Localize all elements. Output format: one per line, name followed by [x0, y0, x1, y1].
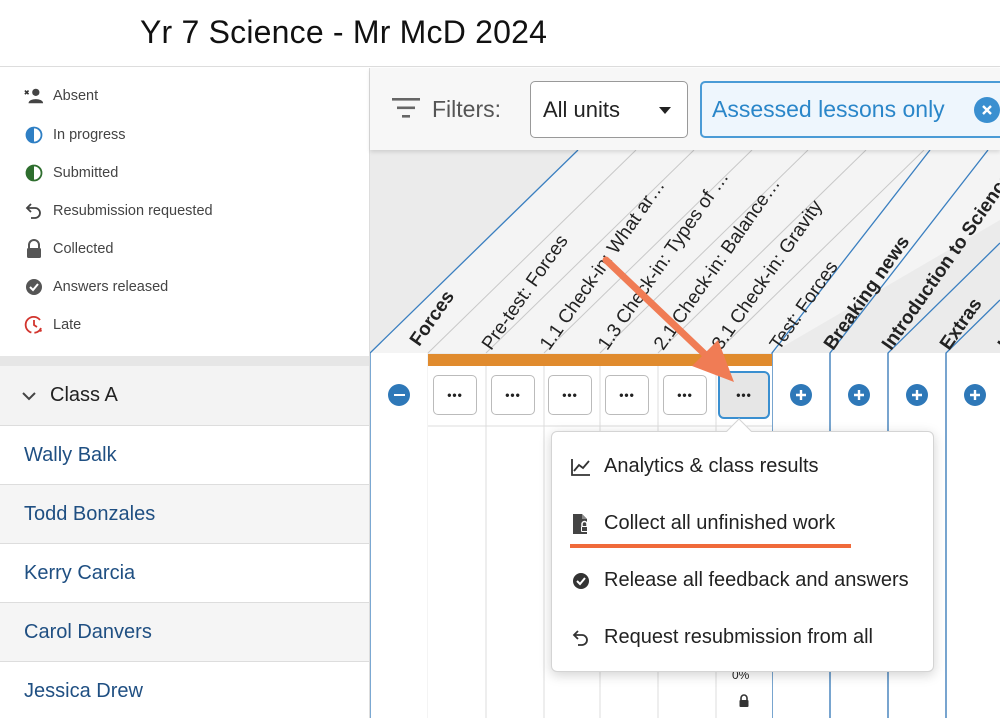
section-divider — [0, 356, 370, 366]
student-row[interactable]: Carol Danvers — [0, 603, 370, 662]
student-row[interactable]: Todd Bonzales — [0, 485, 370, 544]
filters-label: Filters: — [432, 96, 501, 122]
lock-icon — [739, 694, 749, 707]
half-circle-blue-icon — [24, 125, 44, 145]
filter-bar: Filters: All units Assessed lessons only — [370, 68, 1000, 150]
lesson-more-button[interactable]: ••• — [605, 375, 649, 415]
more-dots-icon: ••• — [505, 388, 521, 402]
caret-down-icon — [659, 107, 671, 114]
more-dots-icon: ••• — [736, 388, 752, 402]
file-lock-icon — [570, 513, 592, 535]
student-row[interactable]: Wally Balk — [0, 426, 370, 485]
menu-item-label: Request resubmission from all — [604, 626, 873, 648]
legend-submitted: Submitted — [24, 163, 118, 183]
line-chart-icon — [570, 456, 592, 478]
menu-item-release-feedback[interactable]: Release all feedback and answers — [570, 569, 909, 592]
lesson-more-button[interactable]: ••• — [491, 375, 535, 415]
filter-lines-icon — [392, 98, 420, 118]
legend-resubmission: Resubmission requested — [24, 201, 213, 221]
legend-absent: Absent — [24, 86, 98, 106]
lesson-more-button-active[interactable]: ••• — [718, 371, 770, 419]
highlight-underline — [570, 544, 851, 548]
lesson-more-button[interactable]: ••• — [663, 375, 707, 415]
clock-late-icon — [24, 315, 44, 335]
legend-label: Resubmission requested — [53, 203, 213, 219]
minus-icon — [393, 393, 405, 397]
class-name: Class A — [50, 384, 118, 406]
more-dots-icon: ••• — [447, 388, 463, 402]
menu-item-collect-unfinished[interactable]: Collect all unfinished work — [570, 512, 835, 535]
plus-icon — [854, 390, 864, 400]
menu-item-label: Analytics & class results — [604, 455, 819, 477]
plus-icon — [796, 390, 806, 400]
status-legend: Absent In progress Submitted Resubmissio… — [0, 68, 370, 356]
student-name[interactable]: Todd Bonzales — [24, 503, 155, 526]
legend-label: Late — [53, 317, 82, 333]
legend-late: Late — [24, 315, 81, 335]
legend-answers-released: Answers released — [24, 277, 168, 297]
undo-arrow-icon — [24, 201, 44, 221]
collapse-unit-button[interactable] — [388, 384, 410, 406]
expand-unit-button[interactable] — [906, 384, 928, 406]
plus-icon — [970, 390, 980, 400]
assessed-lessons-chip[interactable]: Assessed lessons only — [700, 81, 1000, 138]
expand-unit-button[interactable] — [790, 384, 812, 406]
assessed-chip-label: Assessed lessons only — [712, 96, 945, 122]
check-circle-icon — [570, 570, 592, 592]
student-row[interactable]: Jessica Drew — [0, 662, 370, 718]
student-name[interactable]: Kerry Carcia — [24, 562, 135, 585]
more-dots-icon: ••• — [562, 388, 578, 402]
legend-label: Absent — [53, 88, 99, 104]
lesson-actions-menu: Analytics & class results Collect all un… — [551, 431, 934, 672]
menu-item-label: Release all feedback and answers — [604, 569, 909, 591]
legend-label: Submitted — [53, 165, 119, 181]
legend-label: Collected — [53, 241, 114, 257]
lesson-more-button[interactable]: ••• — [433, 375, 477, 415]
more-dots-icon: ••• — [677, 388, 693, 402]
lesson-more-button[interactable]: ••• — [548, 375, 592, 415]
student-row[interactable]: Kerry Carcia — [0, 544, 370, 603]
page-title: Yr 7 Science - Mr McD 2024 — [140, 14, 548, 50]
chevron-down-icon — [22, 391, 36, 400]
legend-label: In progress — [53, 127, 126, 143]
menu-item-analytics[interactable]: Analytics & class results — [570, 455, 819, 478]
student-name[interactable]: Carol Danvers — [24, 621, 152, 644]
legend-collected: Collected — [24, 239, 113, 259]
units-dropdown-value: All units — [543, 96, 621, 122]
student-name[interactable]: Wally Balk — [24, 444, 117, 467]
check-circle-icon — [24, 277, 44, 297]
unit-accent-bar — [428, 354, 772, 366]
header-divider — [0, 66, 1000, 67]
legend-label: Answers released — [53, 279, 169, 295]
lock-icon — [24, 239, 44, 259]
student-name[interactable]: Jessica Drew — [24, 680, 143, 703]
plus-icon — [912, 390, 922, 400]
expand-unit-button[interactable] — [964, 384, 986, 406]
expand-unit-button[interactable] — [848, 384, 870, 406]
close-icon[interactable] — [974, 97, 1000, 123]
half-circle-green-icon — [24, 163, 44, 183]
undo-arrow-icon — [570, 627, 592, 649]
menu-item-label: Collect all unfinished work — [604, 512, 836, 534]
class-group-header[interactable]: Class A — [0, 366, 370, 426]
menu-item-request-resubmission[interactable]: Request resubmission from all — [570, 626, 873, 649]
units-dropdown[interactable]: All units — [530, 81, 688, 138]
absent-person-icon — [24, 86, 44, 106]
more-dots-icon: ••• — [619, 388, 635, 402]
legend-in-progress: In progress — [24, 125, 126, 145]
